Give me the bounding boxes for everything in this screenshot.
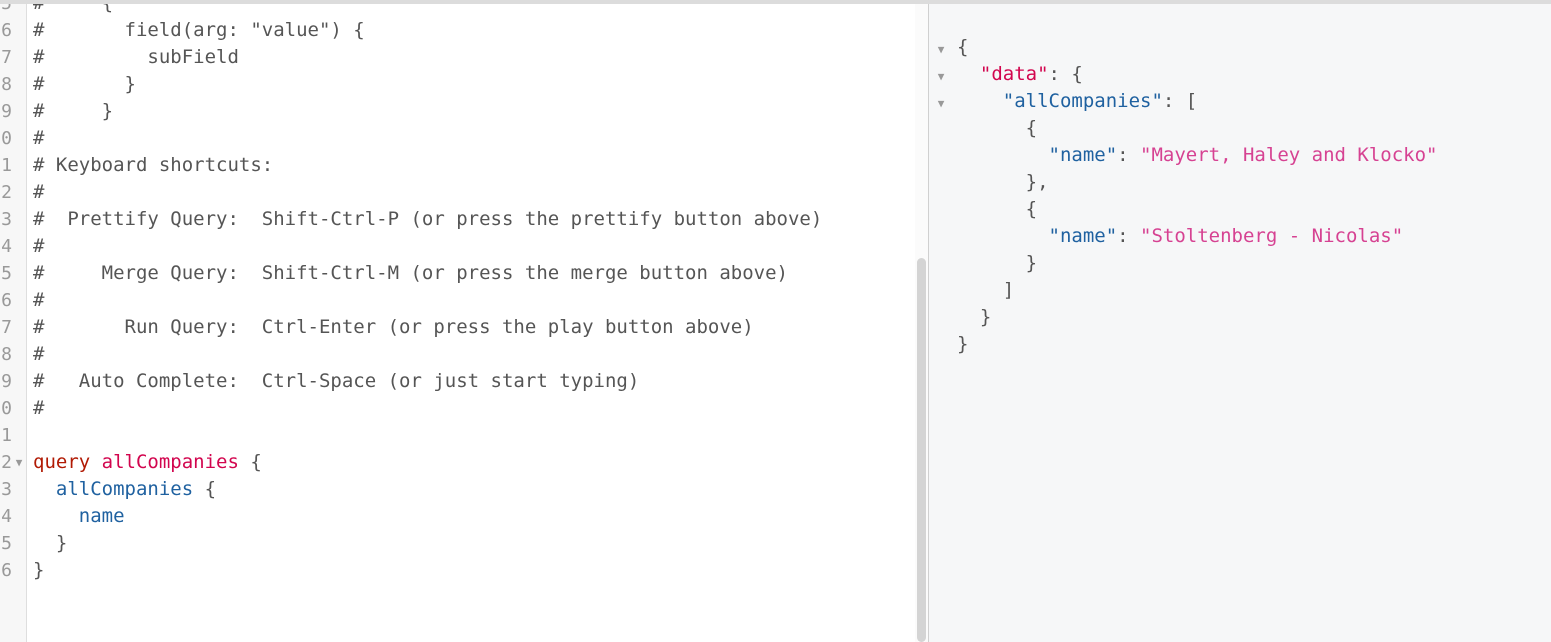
line-number: 9 <box>1 101 12 122</box>
json-key-name: "name" <box>1048 225 1118 247</box>
json-string-value: "Mayert, Haley and Klocko" <box>1140 144 1438 166</box>
comment-line: # field(arg: "value") { <box>33 19 365 41</box>
close-brace-line: } <box>33 559 45 581</box>
line-number: 5 <box>1 263 12 284</box>
json-key-data: "data" <box>979 63 1049 85</box>
fold-arrow-icon[interactable]: ▼ <box>936 36 946 63</box>
json-line: } <box>957 252 1038 274</box>
line-number: 7 <box>1 47 12 68</box>
json-line: }, <box>957 171 1049 193</box>
fold-arrow-icon[interactable]: ▼ <box>936 63 946 90</box>
json-key-allcompanies: "allCompanies" <box>1002 90 1163 112</box>
json-line: "name": "Stoltenberg - Nicolas" <box>957 223 1404 250</box>
fold-arrow-icon[interactable]: ▼ <box>936 90 946 117</box>
comment-line: # } <box>33 73 136 95</box>
comment-line: # <box>33 397 45 419</box>
json-line: { <box>957 198 1038 220</box>
comment-line: # <box>33 235 45 257</box>
line-number: 3 <box>1 209 12 230</box>
line-number: 5 <box>0 4 12 17</box>
line-number: 8 <box>1 74 12 95</box>
line-number: 6 <box>1 290 12 311</box>
json-line: { <box>957 36 969 58</box>
line-number: 3 <box>1 479 12 500</box>
query-keyword: query <box>33 451 91 473</box>
json-key-name: "name" <box>1048 144 1118 166</box>
fold-arrow-icon[interactable]: ▼ <box>14 449 24 476</box>
close-brace-line: } <box>33 532 68 554</box>
line-number: 1 <box>1 425 12 446</box>
comment-line: # <box>33 181 45 203</box>
query-definition-line: query allCompanies { <box>33 449 262 476</box>
line-number: 7 <box>1 317 12 338</box>
line-number: 6 <box>1 20 12 41</box>
json-line: "name": "Mayert, Haley and Klocko" <box>957 142 1438 169</box>
line-number: 9 <box>1 371 12 392</box>
comment-line: # Keyboard shortcuts: <box>33 154 274 176</box>
line-number: 4 <box>1 506 12 527</box>
json-line: "data": { <box>957 61 1083 88</box>
line-number: 6 <box>1 560 12 581</box>
query-editor[interactable]: 5 6 7 8 9 0 1 2 3 4 5 6 7 8 9 0 1 2 3 4 … <box>0 4 928 642</box>
vertical-scrollbar-thumb[interactable] <box>917 258 926 642</box>
operation-name: allCompanies <box>101 451 239 473</box>
line-number: 4 <box>1 236 12 257</box>
json-line: "allCompanies": [ <box>957 88 1197 115</box>
line-number-gutter: 5 6 7 8 9 0 1 2 3 4 5 6 7 8 9 0 1 2 3 4 … <box>0 4 27 642</box>
comment-line: # Auto Complete: Ctrl-Space (or just sta… <box>33 370 640 392</box>
comment-line: # Prettify Query: Shift-Ctrl-P (or press… <box>33 208 823 230</box>
field-line: allCompanies { <box>33 476 216 503</box>
field-name: allCompanies <box>55 478 194 500</box>
comment-line: # Run Query: Ctrl-Enter (or press the pl… <box>33 316 754 338</box>
line-number: 8 <box>1 344 12 365</box>
json-punct: : [ <box>1162 90 1198 112</box>
json-line: ] <box>957 279 1015 301</box>
json-punct: : { <box>1048 63 1083 85</box>
comment-line: # { <box>33 4 113 17</box>
open-brace: { <box>193 478 217 500</box>
comment-line: # <box>33 343 45 365</box>
result-viewer[interactable]: ▼ ▼ ▼ { "data": { "allCompanies": [ { "n… <box>929 4 1551 642</box>
comment-line: # Merge Query: Shift-Ctrl-M (or press th… <box>33 262 788 284</box>
line-number: 2 <box>1 452 12 473</box>
subfield-line: name <box>33 503 125 530</box>
json-punct: : <box>1117 225 1141 247</box>
comment-line: # <box>33 289 45 311</box>
line-number: 0 <box>1 128 12 149</box>
result-gutter: ▼ ▼ ▼ <box>929 4 949 642</box>
json-line: } <box>957 333 969 355</box>
open-brace: { <box>238 451 262 473</box>
line-number: 5 <box>1 533 12 554</box>
comment-line: # <box>33 127 45 149</box>
subfield-name: name <box>78 505 125 527</box>
json-line: { <box>957 117 1038 139</box>
json-string-value: "Stoltenberg - Nicolas" <box>1140 225 1404 247</box>
line-number: 2 <box>1 182 12 203</box>
comment-line: # subField <box>33 46 239 68</box>
json-line: } <box>957 306 992 328</box>
comment-line: # } <box>33 100 114 122</box>
json-punct: : <box>1117 144 1141 166</box>
line-number: 0 <box>1 398 12 419</box>
line-number: 1 <box>1 155 12 176</box>
